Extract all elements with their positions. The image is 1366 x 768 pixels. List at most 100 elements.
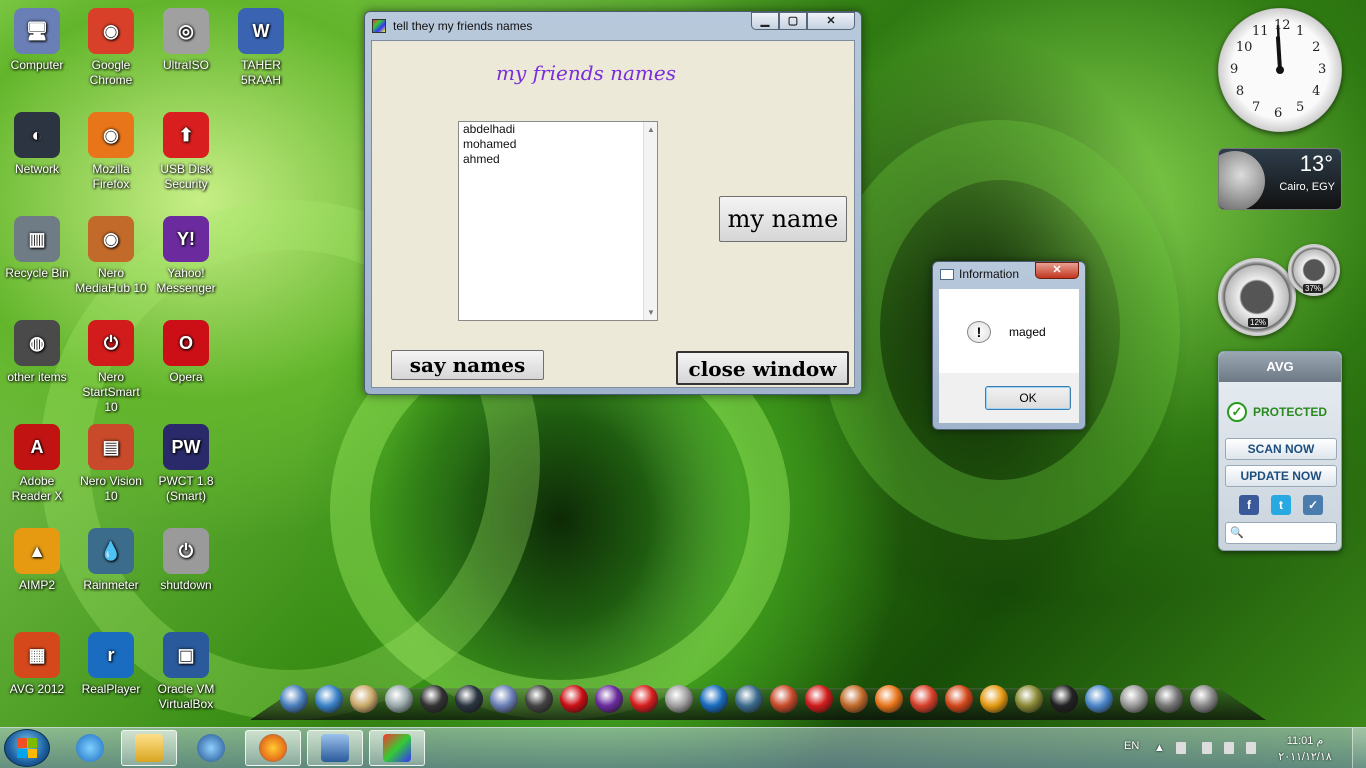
tray-expand-icon[interactable]: ▲ — [1154, 742, 1165, 754]
app-icon: Y! — [163, 216, 209, 262]
dock-item[interactable] — [766, 682, 801, 716]
list-item[interactable]: mohamed — [459, 137, 657, 152]
dock-item[interactable] — [731, 682, 766, 716]
update-now-button[interactable]: UPDATE NOW — [1225, 465, 1337, 487]
volume-icon[interactable] — [1246, 742, 1256, 754]
dock-item[interactable] — [836, 682, 871, 716]
dock-item[interactable] — [696, 682, 731, 716]
show-desktop-button[interactable] — [1352, 728, 1366, 768]
scroll-down-icon[interactable]: ▼ — [644, 308, 658, 317]
dialog-close-button[interactable]: ✕ — [1035, 262, 1079, 279]
dock-app-icon — [1119, 685, 1148, 713]
avg-gadget[interactable]: AVG ✓ PROTECTED SCAN NOW UPDATE NOW f t … — [1218, 351, 1342, 551]
desktop-icon[interactable]: ▥ Recycle Bin — [0, 216, 74, 281]
my-name-button[interactable]: my name — [719, 196, 847, 242]
close-window-button[interactable]: close window — [676, 351, 849, 385]
say-names-button[interactable]: say names — [391, 350, 544, 380]
desktop-icon[interactable]: ⏻ shutdown — [149, 528, 223, 593]
app-icon: O — [163, 320, 209, 366]
desktop-icon[interactable]: ◎ UltraISO — [149, 8, 223, 73]
ie-taskbar-button[interactable] — [62, 730, 118, 766]
desktop-icon[interactable]: ▣ Oracle VM VirtualBox — [149, 632, 223, 712]
battery-icon[interactable] — [1202, 742, 1212, 754]
list-item[interactable]: ahmed — [459, 152, 657, 167]
dock-item[interactable] — [661, 682, 696, 716]
dock-item[interactable] — [1116, 682, 1151, 716]
dock-item[interactable] — [311, 682, 346, 716]
virtualbox-taskbar-button[interactable] — [307, 730, 363, 766]
explorer-taskbar-button[interactable] — [121, 730, 177, 766]
desktop-icon[interactable]: ◉ Mozilla Firefox — [74, 112, 148, 192]
minimize-button[interactable]: ▁ — [751, 12, 779, 30]
desktop-icon[interactable]: 💧 Rainmeter — [74, 528, 148, 593]
desktop-icon[interactable]: O Opera — [149, 320, 223, 385]
dock-item[interactable] — [906, 682, 941, 716]
window-titlebar[interactable]: tell they my friends names ▁ ▢ ✕ — [365, 12, 861, 40]
dock-item[interactable] — [451, 682, 486, 716]
desktop-icon[interactable]: ◉ Nero MediaHub 10 — [74, 216, 148, 296]
start-button[interactable] — [4, 729, 50, 767]
desktop-icon[interactable]: ⬆ USB Disk Security — [149, 112, 223, 192]
dock-item[interactable] — [276, 682, 311, 716]
maximize-button[interactable]: ▢ — [779, 12, 807, 30]
dock-item[interactable] — [1186, 682, 1221, 716]
desktop-icon[interactable]: ◐ Network — [0, 112, 74, 177]
desktop-icon[interactable]: 🖥 Computer — [0, 8, 74, 73]
network-signal-icon[interactable] — [1224, 742, 1234, 754]
desktop-icon[interactable]: r RealPlayer — [74, 632, 148, 697]
dock-item[interactable] — [941, 682, 976, 716]
dock-item[interactable] — [1151, 682, 1186, 716]
dock-app-icon — [944, 685, 973, 713]
media-taskbar-button[interactable] — [183, 730, 239, 766]
avg-feedback-icon[interactable]: ✓ — [1303, 495, 1323, 515]
clock-numeral: 8 — [1235, 84, 1245, 99]
scan-now-button[interactable]: SCAN NOW — [1225, 438, 1337, 460]
friends-listbox[interactable]: abdelhadi mohamed ahmed ▲ ▼ — [458, 121, 658, 321]
desktop-icon[interactable]: W TAHER 5RAAH — [224, 8, 298, 88]
desktop-icon[interactable]: ⏻ Nero StartSmart 10 — [74, 320, 148, 415]
desktop-icon[interactable]: Y! Yahoo! Messenger — [149, 216, 223, 296]
dock-item[interactable] — [871, 682, 906, 716]
desktop-icon[interactable]: A Adobe Reader X — [0, 424, 74, 504]
dock-item[interactable] — [556, 682, 591, 716]
ok-button[interactable]: OK — [985, 386, 1071, 410]
firefox-taskbar-button[interactable] — [245, 730, 301, 766]
desktop-icon[interactable]: ▦ AVG 2012 — [0, 632, 74, 697]
taskbar-clock[interactable]: 11:01 م ٢٠١١/١٢/١٨ — [1270, 733, 1340, 765]
desktop-icon[interactable]: ▲ AIMP2 — [0, 528, 74, 593]
dock-item[interactable] — [1046, 682, 1081, 716]
dock-item[interactable] — [381, 682, 416, 716]
weather-gadget[interactable]: 13° Cairo, EGY — [1218, 148, 1342, 210]
desktop-icon[interactable]: ◍ other items — [0, 320, 74, 385]
facebook-icon[interactable]: f — [1239, 495, 1259, 515]
scroll-up-icon[interactable]: ▲ — [644, 125, 658, 134]
action-center-icon[interactable] — [1176, 742, 1186, 754]
dock-item[interactable] — [801, 682, 836, 716]
dock-item[interactable] — [346, 682, 381, 716]
desktop-icon[interactable]: ◉ Google Chrome — [74, 8, 148, 88]
dock-item[interactable] — [1011, 682, 1046, 716]
dock-item[interactable] — [626, 682, 661, 716]
close-button[interactable]: ✕ — [807, 12, 855, 30]
dock-item[interactable] — [591, 682, 626, 716]
desktop-icon-label: Network — [14, 162, 59, 176]
language-indicator[interactable]: EN — [1124, 740, 1139, 752]
avg-search-input[interactable]: 🔍 — [1225, 522, 1337, 544]
pwct-taskbar-button[interactable] — [369, 730, 425, 766]
clock-gadget[interactable]: 12 1 2 3 4 5 6 7 8 9 10 11 — [1218, 8, 1342, 132]
ram-meter-gadget[interactable]: 37% — [1288, 244, 1340, 296]
dock-app-icon — [454, 685, 483, 713]
dock-item[interactable] — [1081, 682, 1116, 716]
list-item[interactable]: abdelhadi — [459, 122, 657, 137]
listbox-scrollbar[interactable]: ▲ ▼ — [643, 122, 657, 320]
desktop-icon[interactable]: ▤ Nero Vision 10 — [74, 424, 148, 504]
desktop-icon[interactable]: PW PWCT 1.8 (Smart) — [149, 424, 223, 504]
twitter-icon[interactable]: t — [1271, 495, 1291, 515]
cpu-meter-gadget[interactable]: 12% — [1218, 258, 1296, 336]
dock-item[interactable] — [521, 682, 556, 716]
dock-item[interactable] — [416, 682, 451, 716]
friends-window[interactable]: tell they my friends names ▁ ▢ ✕ my frie… — [364, 11, 862, 395]
information-dialog[interactable]: Information ✕ ! maged OK — [932, 261, 1086, 430]
dock-item[interactable] — [976, 682, 1011, 716]
dock-item[interactable] — [486, 682, 521, 716]
